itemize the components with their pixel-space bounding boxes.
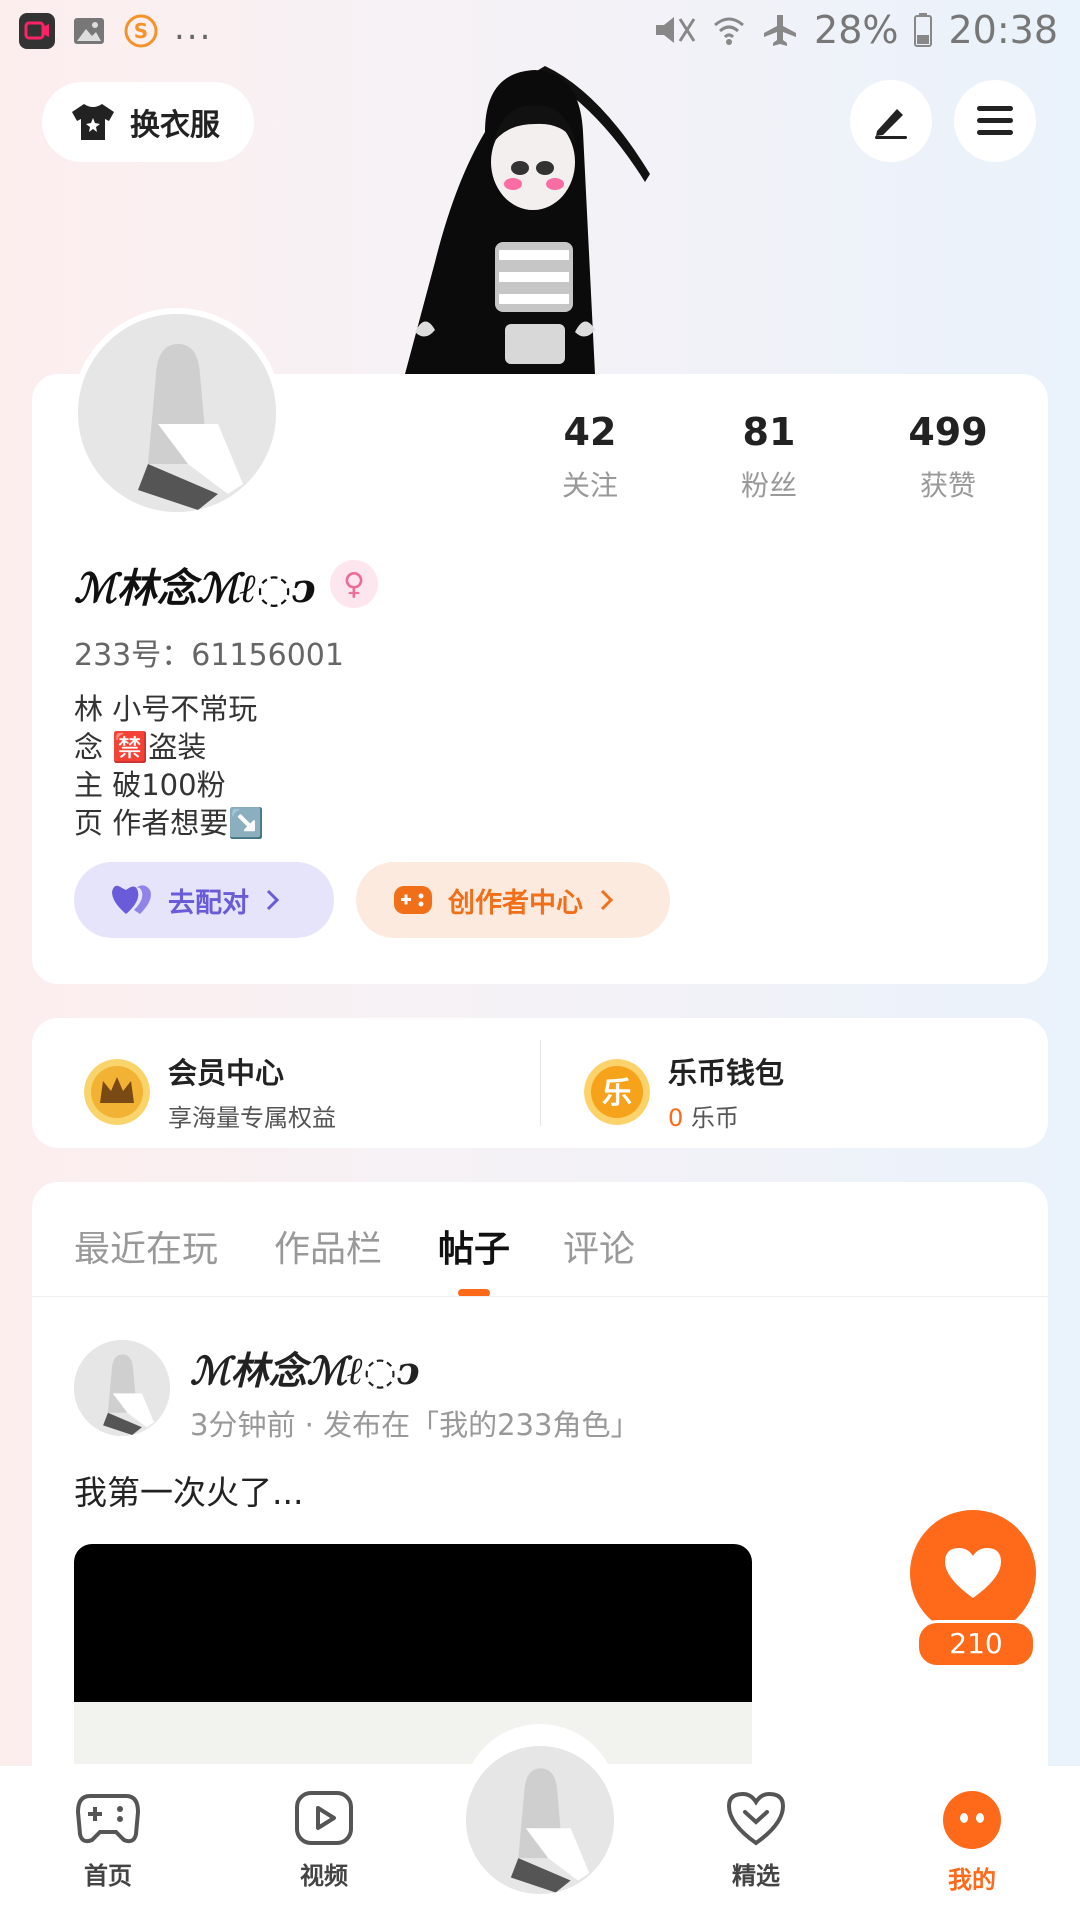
bio: 林 小号不常玩 念 🈲盗装 主 破100粉 页 作者想要↘️ [74, 690, 264, 842]
bio-line: 念 🈲盗装 [74, 730, 207, 764]
followers-label: 粉丝 [740, 469, 797, 502]
svg-text:S: S [134, 19, 148, 43]
followers-count: 81 [742, 410, 796, 454]
nav-home-label: 首页 [84, 1862, 132, 1890]
nav-video[interactable]: 视频 [264, 1790, 384, 1891]
wallet-title: 乐币钱包 [668, 1056, 785, 1090]
creator-center-label: 创作者中心 [448, 887, 583, 919]
play-video-icon [295, 1791, 353, 1845]
status-notifications: S ... [18, 8, 212, 50]
coin-char: 乐 [602, 1076, 632, 1111]
menu-button[interactable] [954, 80, 1036, 162]
member-center-entry[interactable]: 会员中心 享海量专属权益 [84, 1050, 336, 1133]
creator-center-button[interactable]: 创作者中心 [356, 862, 670, 938]
airplane-mode-icon [762, 13, 798, 47]
post-author-avatar[interactable] [74, 1340, 170, 1436]
gallery-icon [74, 18, 104, 44]
wallet-balance: 0 [668, 1104, 684, 1132]
edit-profile-button[interactable] [850, 80, 932, 162]
following-label: 关注 [561, 469, 618, 502]
tab-posts[interactable]: 帖子 [438, 1220, 510, 1272]
status-bar: S ... 28% 20:38 [0, 0, 1080, 64]
nav-featured[interactable]: 精选 [696, 1790, 816, 1891]
stat-likes[interactable]: 499 获赞 [878, 410, 1018, 504]
nav-avatar-center[interactable] [466, 1746, 614, 1894]
battery-percent: 28% [814, 8, 899, 52]
tab-divider [32, 1296, 1048, 1297]
chevron-right-icon [600, 889, 614, 911]
tab-works[interactable]: 作品栏 [274, 1220, 382, 1272]
heart-icon [945, 1548, 1001, 1598]
avatar-image [466, 1746, 614, 1894]
gamepad-icon [394, 886, 432, 914]
nav-me[interactable]: 我的 [912, 1790, 1032, 1895]
bio-line: 页 作者想要↘️ [74, 806, 265, 840]
following-count: 42 [563, 410, 617, 454]
avatar-image [78, 314, 276, 512]
coin-icon: 乐 [584, 1058, 650, 1125]
wifi-icon [712, 13, 746, 47]
change-outfit-label: 换衣服 [130, 108, 220, 143]
heart-diamond-icon [726, 1791, 786, 1846]
member-center-title: 会员中心 [168, 1056, 285, 1090]
nav-me-label: 我的 [948, 1866, 996, 1894]
username: ℳ林念ℳℓ◌ↄ [74, 565, 316, 612]
post-author-name[interactable]: ℳ林念ℳℓ◌ↄ [190, 1340, 420, 1395]
bio-line: 林 小号不常玩 [74, 692, 258, 726]
gamepad-icon [75, 1794, 141, 1844]
post-image[interactable] [74, 1544, 752, 1764]
screen-recorder-icon [19, 13, 55, 49]
user-id[interactable]: 233号：61156001 [74, 630, 344, 674]
go-match-label: 去配对 [168, 887, 249, 919]
bio-line: 主 破100粉 [74, 768, 226, 802]
avatar-character[interactable] [395, 62, 695, 374]
chevron-right-icon [266, 889, 280, 911]
avatar-image [74, 1340, 170, 1436]
post-image-preview [74, 1702, 752, 1764]
tab-recently-played[interactable]: 最近在玩 [74, 1220, 218, 1272]
status-indicators: 28% 20:38 [650, 8, 1058, 52]
stat-followers[interactable]: 81 粉丝 [699, 410, 839, 504]
hamburger-menu-icon [977, 106, 1013, 135]
clock: 20:38 [948, 8, 1058, 52]
more-notifications: ... [174, 8, 213, 48]
like-count: 210 [916, 1620, 1036, 1668]
divider [540, 1040, 541, 1126]
tab-comments[interactable]: 评论 [563, 1220, 635, 1272]
wallet-entry[interactable]: 乐 乐币钱包 0 乐币 [584, 1050, 784, 1133]
profile-face-icon [943, 1791, 1001, 1849]
stat-following[interactable]: 42 关注 [520, 410, 660, 504]
pen-icon [875, 109, 907, 139]
likes-label: 获赞 [919, 469, 976, 502]
crown-icon [84, 1058, 150, 1125]
female-icon: ♀ [330, 560, 378, 608]
nav-featured-label: 精选 [732, 1862, 780, 1890]
nav-video-label: 视频 [300, 1862, 348, 1890]
mute-icon [650, 13, 696, 47]
likes-count: 499 [908, 410, 988, 454]
sogou-icon: S [124, 14, 158, 48]
post-text[interactable]: 我第一次火了... [74, 1466, 303, 1514]
go-match-button[interactable]: 去配对 [74, 862, 334, 938]
member-center-subtitle: 享海量专属权益 [168, 1104, 336, 1132]
change-outfit-button[interactable]: 换衣服 [42, 82, 254, 162]
like-button[interactable] [910, 1510, 1036, 1636]
shirt-icon [72, 104, 114, 140]
nav-home[interactable]: 首页 [48, 1790, 168, 1891]
post-meta: 3分钟前 · 发布在「我的233角色」 [190, 1408, 640, 1442]
battery-icon [914, 13, 933, 47]
double-heart-icon [112, 885, 151, 914]
wallet-unit: 乐币 [690, 1104, 739, 1132]
profile-avatar[interactable] [72, 308, 282, 518]
